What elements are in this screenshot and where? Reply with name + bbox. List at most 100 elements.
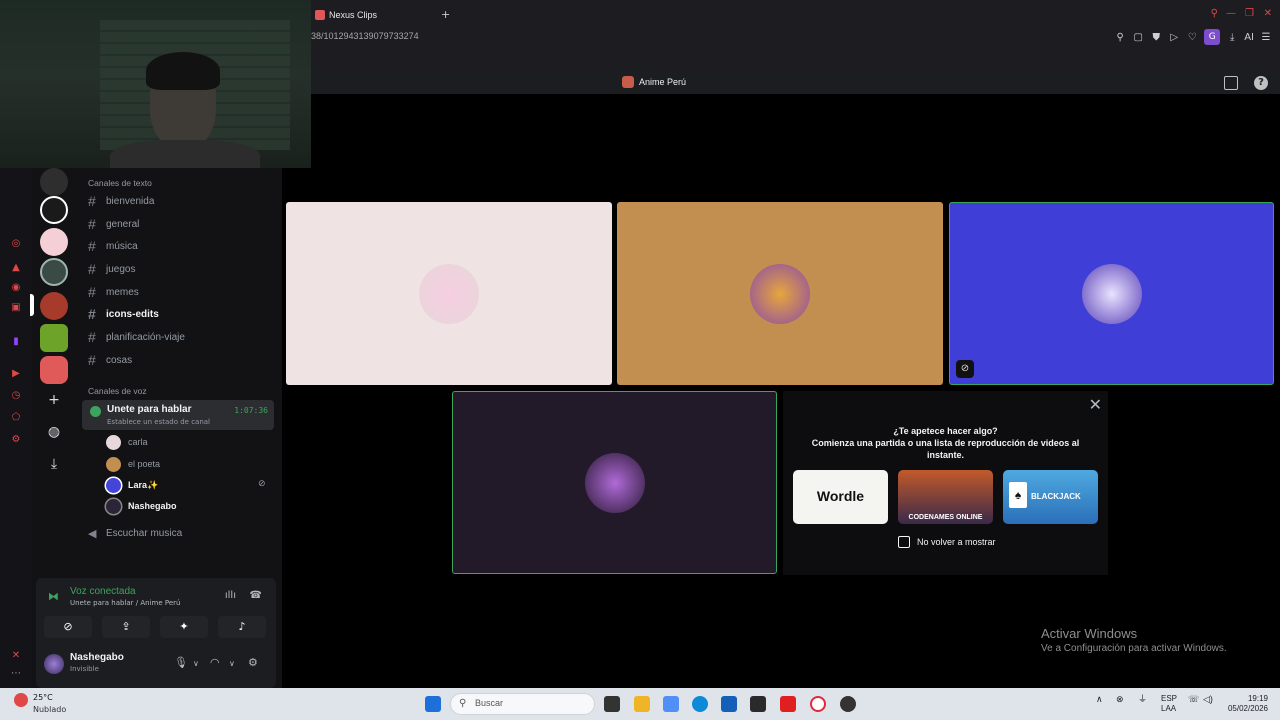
channel-musica[interactable]: # música xyxy=(88,236,278,256)
weather-desc[interactable]: Nublado xyxy=(33,705,66,714)
network-icon[interactable]: ⊗ xyxy=(1116,694,1124,704)
text-category[interactable]: Canales de texto xyxy=(88,178,152,188)
video-tile-carla[interactable] xyxy=(286,202,612,385)
store-icon[interactable] xyxy=(721,696,737,712)
voice-category[interactable]: Canales de voz xyxy=(88,386,147,396)
more-icon[interactable]: ⋯ xyxy=(10,668,22,680)
download-apps-icon[interactable]: ⤓ xyxy=(44,454,64,474)
task-view-icon[interactable] xyxy=(604,696,620,712)
video-tile-lara[interactable]: ⊘ xyxy=(949,202,1274,385)
address-bar[interactable]: 38/1012943139079733274 xyxy=(311,31,419,41)
voice-connected-label[interactable]: Voz conectada xyxy=(70,586,136,597)
settings-icon[interactable]: ⚙ xyxy=(10,434,22,446)
play-icon[interactable]: ▷ xyxy=(1168,32,1180,43)
discover-icon[interactable]: ◍ xyxy=(44,422,64,442)
close-icon[interactable]: ✕ xyxy=(1089,395,1102,414)
voice-location[interactable]: Unete para hablar / Anime Perú xyxy=(70,599,180,607)
game-card-blackjack[interactable]: ♠ BLACKJACK xyxy=(1003,470,1098,524)
edge-icon[interactable] xyxy=(692,696,708,712)
maximize-button[interactable]: ❐ xyxy=(1245,8,1254,19)
clock[interactable]: 19:19 05/02/2026 xyxy=(1222,694,1268,714)
microphone-icon[interactable]: ⏚ xyxy=(1138,694,1147,704)
chevron-down-icon[interactable]: ∨ xyxy=(193,659,199,668)
voice-user[interactable]: Nashegabo xyxy=(106,497,177,515)
soundboard-button[interactable]: ♪ xyxy=(218,616,266,638)
close-window-button[interactable]: ✕ xyxy=(1264,8,1272,19)
channel-cosas[interactable]: # cosas xyxy=(88,350,278,370)
chevron-down-icon[interactable]: ∨ xyxy=(229,659,235,668)
channel-bienvenida[interactable]: # bienvenida xyxy=(88,191,278,211)
ai-button[interactable]: AI xyxy=(1244,32,1254,43)
youtube-icon[interactable] xyxy=(780,696,796,712)
profile-avatar[interactable]: G xyxy=(1204,29,1221,45)
microphone-icon[interactable]: 🎙 xyxy=(174,656,188,669)
menu-icon[interactable]: ☰ xyxy=(1260,32,1272,43)
snapshot-icon[interactable]: ▢ xyxy=(1132,32,1144,43)
channel-juegos[interactable]: # juegos xyxy=(88,259,278,279)
app-icon-2[interactable] xyxy=(840,696,856,712)
search-icon[interactable]: ⚲ xyxy=(1211,8,1218,19)
new-tab-button[interactable]: + xyxy=(441,8,450,21)
pinboard-icon[interactable]: ⬠ xyxy=(10,412,22,424)
gx-icon[interactable]: ✕ xyxy=(10,650,22,662)
language-indicator[interactable]: ESP LAA xyxy=(1161,694,1177,714)
channel-status-hint[interactable]: Establece un estado de canal xyxy=(107,418,210,426)
add-server-icon[interactable]: + xyxy=(44,390,64,410)
wifi-icon[interactable]: ☏ xyxy=(1188,694,1199,704)
workspace-icon[interactable]: ▲ xyxy=(10,262,22,274)
server-icon-7[interactable] xyxy=(40,356,68,384)
channel-icons-edits[interactable]: # icons-edits xyxy=(88,304,278,324)
avatar[interactable] xyxy=(44,654,64,674)
file-explorer-icon[interactable] xyxy=(634,696,650,712)
username[interactable]: Nashegabo xyxy=(70,652,124,663)
opera-gx-icon[interactable] xyxy=(810,696,826,712)
voice-user[interactable]: carla xyxy=(106,433,148,451)
help-icon[interactable]: ? xyxy=(1254,76,1268,90)
dont-show-checkbox[interactable] xyxy=(898,536,910,548)
shield-icon[interactable]: ⛊ xyxy=(1150,32,1162,43)
heart-icon[interactable]: ♡ xyxy=(1186,32,1198,43)
noise-suppression-icon[interactable]: ıllı xyxy=(225,590,236,601)
channel-general[interactable]: # general xyxy=(88,214,278,234)
gear-icon[interactable]: ⚙ xyxy=(248,656,258,669)
channel-escuchar-musica[interactable]: ◀ Escuchar musica xyxy=(88,523,278,543)
server-icon-3[interactable] xyxy=(40,228,68,256)
video-tile-el-poeta[interactable] xyxy=(617,202,943,385)
game-card-wordle[interactable]: Wordle xyxy=(793,470,888,524)
browser-tab[interactable]: Nexus Clips xyxy=(315,6,377,24)
server-icon-6[interactable] xyxy=(40,324,68,352)
voice-user[interactable]: Lara✨ xyxy=(106,476,158,494)
weather-temp[interactable]: 25°C xyxy=(33,693,53,702)
server-icon-1[interactable] xyxy=(40,168,68,196)
channel-planificacion-viaje[interactable]: # planificación-viaje xyxy=(88,327,278,347)
chevron-up-icon[interactable]: ∧ xyxy=(1096,694,1103,704)
camera-button[interactable]: ⊘ xyxy=(44,616,92,638)
start-button[interactable] xyxy=(425,696,441,712)
dont-show-label[interactable]: No volver a mostrar xyxy=(917,537,996,547)
copilot-icon[interactable] xyxy=(663,696,679,712)
pin-icon[interactable]: ⚲ xyxy=(1114,32,1126,43)
popout-icon[interactable] xyxy=(1224,76,1238,90)
video-tile-nashegabo[interactable] xyxy=(452,391,777,574)
download-icon[interactable]: ⤓ xyxy=(1226,32,1238,43)
voice-user[interactable]: el poeta xyxy=(106,455,160,473)
weather-icon[interactable] xyxy=(14,693,28,707)
server-icon-4[interactable] xyxy=(40,258,68,286)
channel-memes[interactable]: # memes xyxy=(88,282,278,302)
app-icon[interactable] xyxy=(750,696,766,712)
twitch-icon[interactable]: ▮ xyxy=(10,336,22,348)
taskbar-search[interactable]: ⚲ Buscar xyxy=(450,693,595,715)
disconnect-icon[interactable]: ☎ xyxy=(250,590,262,601)
game-card-codenames[interactable]: CODENAMES ONLINE xyxy=(898,470,993,524)
messenger-icon[interactable]: ◉ xyxy=(10,282,22,294)
aria-icon[interactable]: ◎ xyxy=(10,238,22,250)
server-icon-2[interactable] xyxy=(40,196,68,224)
voice-channel[interactable]: Unete para hablar Establece un estado de… xyxy=(82,400,274,430)
instagram-icon[interactable]: ▣ xyxy=(10,302,22,314)
server-icon-anime-peru[interactable] xyxy=(40,292,68,320)
activities-button[interactable]: ✦ xyxy=(160,616,208,638)
player-icon[interactable]: ▶ xyxy=(10,368,22,380)
minimize-button[interactable]: — xyxy=(1226,8,1236,19)
headphones-icon[interactable]: ◠ xyxy=(210,656,220,669)
screen-share-button[interactable]: ⇪ xyxy=(102,616,150,638)
